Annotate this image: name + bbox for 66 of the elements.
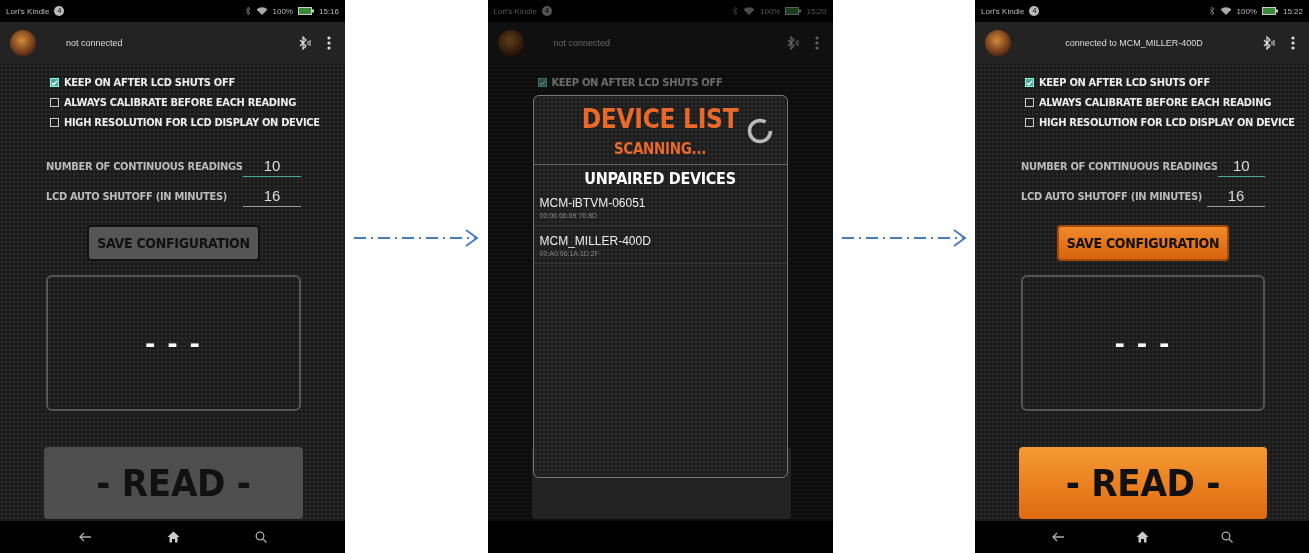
reading-value: - - - bbox=[1114, 326, 1172, 360]
save-button[interactable]: SAVE CONFIGURATION bbox=[1056, 225, 1230, 261]
back-icon[interactable] bbox=[77, 532, 92, 542]
connection-status: not connected bbox=[65, 38, 124, 48]
checkbox[interactable] bbox=[50, 118, 59, 127]
option-label: ALWAYS CALIBRATE BEFORE EACH READING bbox=[1039, 96, 1271, 109]
bluetooth-icon bbox=[244, 6, 251, 16]
arrow-icon bbox=[352, 228, 481, 248]
arrow-icon bbox=[839, 228, 968, 248]
app-logo bbox=[497, 30, 524, 56]
checkbox[interactable] bbox=[1025, 118, 1034, 127]
loading-spinner-icon bbox=[746, 118, 773, 144]
battery-icon bbox=[297, 7, 314, 15]
search-icon[interactable] bbox=[1221, 531, 1234, 543]
app-logo bbox=[985, 30, 1011, 56]
bluetooth-icon[interactable] bbox=[299, 36, 311, 50]
option-label: KEEP ON AFTER LCD SHUTS OFF bbox=[1039, 76, 1210, 89]
checkbox[interactable] bbox=[1025, 98, 1034, 107]
more-menu-icon[interactable] bbox=[327, 36, 331, 50]
wifi-icon bbox=[1219, 6, 1232, 16]
checkbox[interactable] bbox=[1025, 78, 1034, 87]
option-label: ALWAYS CALIBRATE BEFORE EACH READING bbox=[64, 96, 296, 109]
dialog-title: DEVICE LIST bbox=[581, 104, 739, 134]
option-label: HIGH RESOLUTION FOR LCD DISPLAY ON DEVICE bbox=[64, 116, 320, 129]
option-label: KEEP ON AFTER LCD SHUTS OFF bbox=[551, 76, 723, 89]
connection-status: connected to MCM_MILLER-400D bbox=[1064, 38, 1204, 48]
checkbox[interactable] bbox=[50, 98, 59, 107]
clock-time: 15:22 bbox=[1282, 6, 1303, 16]
more-menu-icon[interactable] bbox=[1291, 36, 1295, 50]
device-name: Lori's Kindle bbox=[493, 6, 537, 16]
input-field[interactable]: 10 bbox=[1217, 157, 1265, 177]
option-label: KEEP ON AFTER LCD SHUTS OFF bbox=[64, 76, 235, 89]
battery-icon bbox=[785, 7, 802, 15]
battery-percent: 100% bbox=[272, 6, 293, 16]
app-logo bbox=[10, 30, 36, 56]
connection-status: not connected bbox=[552, 38, 612, 48]
home-icon[interactable] bbox=[167, 531, 180, 543]
search-icon[interactable] bbox=[255, 531, 268, 543]
field-label: LCD AUTO SHUTOFF (IN MINUTES) bbox=[1021, 190, 1202, 205]
checkbox[interactable] bbox=[537, 78, 547, 87]
field-label: NUMBER OF CONTINUOUS READINGS bbox=[1021, 160, 1218, 175]
clock-time: 15:16 bbox=[318, 6, 339, 16]
battery-percent: 100% bbox=[1236, 6, 1257, 16]
wifi-icon bbox=[743, 6, 755, 16]
bluetooth-icon bbox=[732, 6, 738, 16]
option-label: HIGH RESOLUTION FOR LCD DISPLAY ON DEVICE bbox=[1039, 116, 1295, 129]
input-field[interactable]: 16 bbox=[243, 187, 301, 207]
wifi-icon bbox=[255, 6, 268, 16]
reading-value: - - - bbox=[145, 326, 202, 360]
input-field[interactable]: 10 bbox=[243, 157, 301, 177]
bluetooth-icon bbox=[1208, 6, 1215, 16]
home-icon[interactable] bbox=[1136, 531, 1150, 543]
scanning-status: SCANNING... bbox=[613, 140, 707, 158]
battery-icon bbox=[1261, 7, 1278, 15]
battery-percent: 100% bbox=[760, 6, 781, 16]
clock-time: 15:20 bbox=[806, 6, 827, 16]
back-icon[interactable] bbox=[1050, 532, 1065, 542]
read-button[interactable]: - READ - bbox=[1019, 447, 1267, 519]
bluetooth-icon[interactable] bbox=[1263, 36, 1275, 50]
device-name: Lori's Kindle bbox=[6, 6, 50, 16]
checkbox[interactable] bbox=[50, 78, 59, 87]
input-field[interactable]: 16 bbox=[1207, 187, 1265, 207]
field-label: NUMBER OF CONTINUOUS READINGS bbox=[46, 160, 243, 175]
section-heading: UNPAIRED DEVICES bbox=[584, 169, 736, 188]
device-name: Lori's Kindle bbox=[981, 6, 1025, 16]
field-label: LCD AUTO SHUTOFF (IN MINUTES) bbox=[46, 190, 227, 205]
